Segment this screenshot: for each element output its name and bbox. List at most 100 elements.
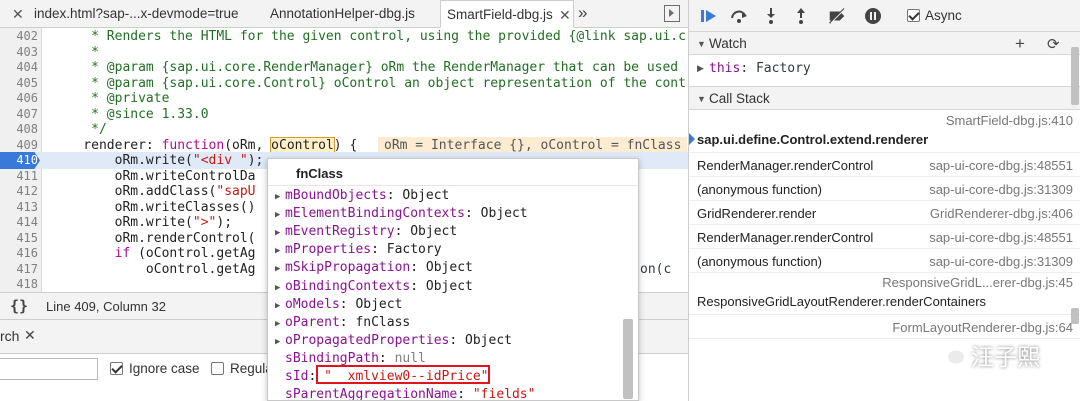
object-property[interactable]: ▶ oParent: fnClass xyxy=(275,314,410,332)
code-text: * @since 1.33.0 xyxy=(52,106,208,123)
frame-location[interactable]: sap-ui-core-dbg.js:31309 xyxy=(929,254,1073,269)
code-segment: * Renders the HTML for the given control… xyxy=(52,29,686,44)
object-property[interactable]: ▶ mProperties: Factory xyxy=(275,241,442,259)
call-stack-frame[interactable]: sap.ui.define.Control.extend.renderer Sma… xyxy=(689,111,1080,153)
call-stack-frame[interactable]: GridRenderer.render GridRenderer-dbg.js:4… xyxy=(689,201,1080,225)
line-number[interactable]: 408 xyxy=(0,121,38,138)
regex-checkbox[interactable] xyxy=(211,362,224,375)
step-over-icon[interactable] xyxy=(729,7,749,25)
watch-section-header[interactable]: ▼ Watch + ⟳ xyxy=(689,31,1080,55)
step-into-icon[interactable] xyxy=(761,7,781,25)
toggle-sidebar-icon[interactable] xyxy=(664,5,680,22)
deactivate-breakpoints-icon[interactable] xyxy=(827,7,847,25)
step-out-icon[interactable] xyxy=(791,7,811,25)
object-property[interactable]: ▶ oModels: Object xyxy=(275,296,402,314)
object-property[interactable]: ▶ oBindingContexts: Object xyxy=(275,278,473,296)
tab-annotationhelper[interactable]: AnnotationHelper-dbg.js xyxy=(262,0,434,28)
tab-label: index.html?sap-...x-devmode=true xyxy=(34,6,239,21)
pretty-print-button[interactable]: {} xyxy=(10,297,28,315)
ignore-case-checkbox[interactable] xyxy=(110,362,123,375)
code-line[interactable]: 405 * @param {sap.ui.core.Control} oCont… xyxy=(0,75,688,92)
resume-icon[interactable] xyxy=(699,7,719,25)
close-icon[interactable]: ✕ xyxy=(12,0,24,28)
collapsed-triangle-icon[interactable]: ▶ xyxy=(275,224,285,242)
line-number[interactable]: 414 xyxy=(0,214,38,231)
frame-location[interactable]: ResponsiveGridL...erer-dbg.js:45 xyxy=(882,275,1073,290)
collapsed-triangle-icon[interactable]: ▶ xyxy=(275,242,285,260)
line-number[interactable]: 404 xyxy=(0,59,38,76)
pause-on-exceptions-icon[interactable] xyxy=(863,7,883,25)
frame-location[interactable]: sap-ui-core-dbg.js:31309 xyxy=(929,182,1073,197)
collapsed-triangle-icon[interactable]: ▶ xyxy=(275,333,285,351)
line-number[interactable]: 417 xyxy=(0,261,38,278)
frame-location[interactable]: FormLayoutRenderer-dbg.js:64 xyxy=(892,320,1073,335)
object-property[interactable]: ▶ mSkipPropagation: Object xyxy=(275,259,473,277)
call-stack-frame[interactable]: (anonymous function) sap-ui-core-dbg.js:3… xyxy=(689,249,1080,273)
close-icon[interactable]: ✕ xyxy=(559,1,571,29)
line-number[interactable]: 412 xyxy=(0,183,38,200)
tab-index-html[interactable]: ✕ index.html?sap-...x-devmode=true xyxy=(6,0,254,28)
code-segment: on(c xyxy=(640,261,672,277)
line-number[interactable]: 411 xyxy=(0,168,38,185)
object-property[interactable]: ▶ oPropagatedProperties: Object xyxy=(275,332,512,350)
line-number[interactable]: 410 xyxy=(0,152,40,169)
call-stack-frame[interactable]: (anonymous function) sap-ui-core-dbg.js:3… xyxy=(689,177,1080,201)
object-preview-popup[interactable]: fnClass ▶ mBoundObjects: Object ▶ mElementB… xyxy=(267,158,639,401)
search-input[interactable] xyxy=(0,358,98,380)
code-line[interactable]: 409 renderer: function(oRm, oControl) {o… xyxy=(0,136,688,154)
line-number[interactable]: 406 xyxy=(0,90,38,107)
line-number[interactable]: 403 xyxy=(0,44,38,61)
frame-location[interactable]: sap-ui-core-dbg.js:48551 xyxy=(929,158,1073,173)
property-name: mProperties xyxy=(285,242,372,258)
call-stack-header[interactable]: ▼ Call Stack xyxy=(689,86,1080,110)
property-value: Factory xyxy=(386,242,442,258)
debugger-toolbar: Async xyxy=(689,0,1080,32)
object-property[interactable]: sParentAggregationName: "fields" xyxy=(275,386,535,400)
code-line[interactable]: 404 * @param {sap.ui.core.RenderManager}… xyxy=(0,59,688,76)
frame-location[interactable]: SmartField-dbg.js:410 xyxy=(946,113,1073,128)
collapsed-triangle-icon[interactable]: ▶ xyxy=(275,260,285,278)
call-stack-frame[interactable]: RenderManager.renderControl sap-ui-core-d… xyxy=(689,225,1080,249)
frame-location[interactable]: GridRenderer-dbg.js:406 xyxy=(930,206,1073,221)
code-segment: ); xyxy=(247,153,264,168)
async-checkbox[interactable] xyxy=(907,9,920,22)
tab-search[interactable]: rch xyxy=(0,328,19,344)
line-number[interactable]: 418 xyxy=(0,276,38,293)
watch-item[interactable]: ▶ this: Factory xyxy=(689,56,1080,82)
object-property[interactable]: ▶ mEventRegistry: Object xyxy=(275,223,457,241)
object-property[interactable]: ▶ mBoundObjects: Object xyxy=(275,187,449,205)
code-text: * @param {sap.ui.core.Control} oControl … xyxy=(52,75,686,92)
code-segment: (oControl.getAg xyxy=(130,246,256,261)
sidebar-scrollbar[interactable] xyxy=(1071,47,1079,105)
code-text: oRm.writeControlDa xyxy=(52,168,256,185)
line-number[interactable]: 409 xyxy=(0,137,38,154)
tab-smartfield[interactable]: SmartField-dbg.js ✕ xyxy=(440,0,574,28)
call-stack-frame[interactable]: RenderManager.renderControl sap-ui-core-d… xyxy=(689,153,1080,177)
collapsed-triangle-icon[interactable]: ▶ xyxy=(275,188,285,206)
collapsed-triangle-icon[interactable]: ▶ xyxy=(275,315,285,333)
code-line[interactable]: 406 * @private xyxy=(0,90,688,107)
line-number[interactable]: 402 xyxy=(0,28,38,45)
line-number[interactable]: 416 xyxy=(0,245,38,262)
watch-name: this xyxy=(709,61,741,76)
code-line[interactable]: 408 */ xyxy=(0,121,688,138)
frame-location[interactable]: sap-ui-core-dbg.js:48551 xyxy=(929,230,1073,245)
collapsed-triangle-icon[interactable]: ▶ xyxy=(275,206,285,224)
object-property[interactable]: ▶ mElementBindingContexts: Object xyxy=(275,205,528,223)
close-icon[interactable]: ✕ xyxy=(24,327,36,344)
code-line[interactable]: 407 * @since 1.33.0 xyxy=(0,106,688,123)
popup-scrollbar[interactable] xyxy=(623,319,633,399)
code-line[interactable]: 402 * Renders the HTML for the given con… xyxy=(0,28,688,45)
refresh-watch-button[interactable]: ⟳ xyxy=(1047,35,1060,53)
line-number[interactable]: 407 xyxy=(0,106,38,123)
line-number[interactable]: 405 xyxy=(0,75,38,92)
collapsed-triangle-icon[interactable]: ▶ xyxy=(275,297,285,315)
more-tabs-button[interactable]: » xyxy=(578,0,587,28)
line-number[interactable]: 413 xyxy=(0,199,38,216)
sidebar-scrollbar[interactable] xyxy=(1071,308,1079,324)
collapsed-triangle-icon[interactable]: ▶ xyxy=(275,279,285,297)
code-line[interactable]: 403 * xyxy=(0,44,688,61)
add-watch-button[interactable]: + xyxy=(1015,34,1025,54)
call-stack-frame[interactable]: ResponsiveGridLayoutRenderer.renderConta… xyxy=(689,273,1080,315)
line-number[interactable]: 415 xyxy=(0,230,38,247)
